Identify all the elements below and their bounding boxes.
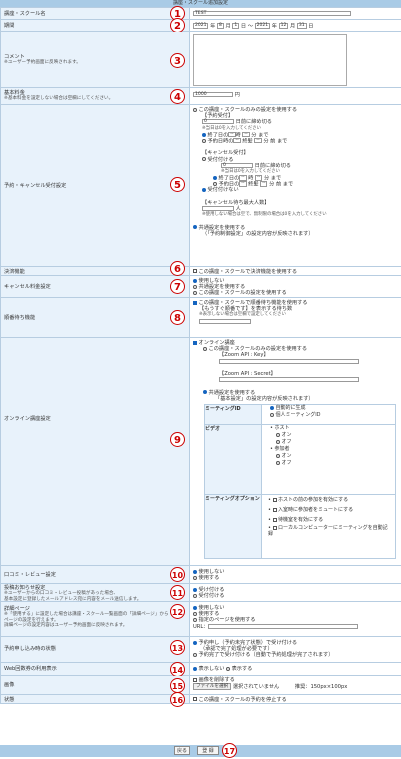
end-year-select[interactable]: 2021 xyxy=(254,23,271,29)
comment-textarea[interactable] xyxy=(193,34,347,86)
form-title: 講座・スクール追加設定 xyxy=(0,0,401,7)
marker-13: 13 xyxy=(170,640,185,655)
settings-form: 講座・スクール名 1 TEST 期間 2 2021 年 8 月 1 日 〜 2021… xyxy=(0,6,401,707)
end-day-select[interactable]: 31 xyxy=(296,23,307,29)
start-day-select[interactable]: 1 xyxy=(232,23,240,29)
meeting-settings-table: ミーティングID 自動的に生成 個人ミーティングID ビデオ • ホスト オン オ… xyxy=(204,404,396,559)
start-month-select[interactable]: 8 xyxy=(216,23,224,29)
can-days-input[interactable]: 0 xyxy=(221,162,253,168)
marker-5: 5 xyxy=(170,177,185,192)
marker-8: 8 xyxy=(170,310,185,325)
marker-15: 15 xyxy=(170,678,185,693)
marker-11: 11 xyxy=(170,585,185,600)
marker-7: 7 xyxy=(170,279,185,294)
payment-checkbox[interactable]: この講座・スクールで決済機能を使用する xyxy=(199,269,298,275)
waitlist-count-input[interactable] xyxy=(199,318,251,324)
marker-17: 17 xyxy=(222,743,237,758)
detail-url-input[interactable] xyxy=(208,623,359,629)
zoom-key-input[interactable] xyxy=(219,358,359,364)
course-name-input[interactable]: TEST xyxy=(193,11,351,16)
row-label-name: 講座・スクール名 1 xyxy=(0,6,190,21)
booking-common-radio[interactable]: 共通設定を使用する xyxy=(199,225,246,231)
marker-16: 16 xyxy=(170,692,185,707)
zoom-secret-input[interactable] xyxy=(219,377,359,383)
stop-booking-checkbox[interactable]: この講座・スクールの予約を停止する xyxy=(199,697,287,703)
register-button[interactable]: 登 録 xyxy=(197,746,219,755)
marker-6: 6 xyxy=(170,261,185,276)
marker-3: 3 xyxy=(170,53,185,68)
back-button[interactable]: 戻る xyxy=(174,746,190,755)
marker-4: 4 xyxy=(170,89,185,104)
end-month-select[interactable]: 12 xyxy=(278,23,289,29)
image-delete-checkbox[interactable]: 画像を削除する xyxy=(199,677,235,683)
marker-12: 12 xyxy=(170,604,185,619)
wait-max-input[interactable] xyxy=(202,206,234,211)
file-select-button[interactable]: ファイルを選択 xyxy=(193,683,232,691)
marker-9: 9 xyxy=(170,432,185,447)
marker-10: 10 xyxy=(170,567,185,582)
res-days-input[interactable]: 0 xyxy=(202,119,234,125)
start-year-select[interactable]: 2021 xyxy=(193,23,209,29)
fee-input[interactable]: 1000 xyxy=(193,92,233,97)
footer-bar: 戻る 登 録 17 xyxy=(0,743,401,758)
